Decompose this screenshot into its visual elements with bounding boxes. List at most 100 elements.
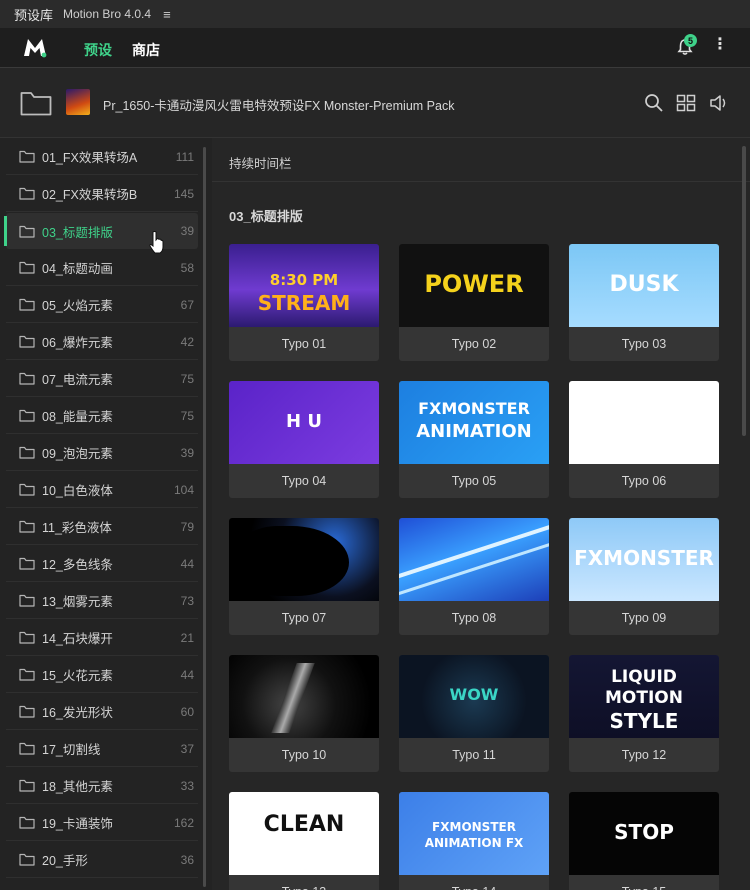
preset-name: Typo 07 — [281, 611, 327, 625]
preset-name: Typo 01 — [281, 337, 327, 351]
preset-thumbnail-text: STYLE — [609, 709, 679, 733]
search-icon[interactable] — [644, 93, 664, 113]
preset-thumbnail — [229, 655, 379, 738]
sidebar-item-count: 36 — [180, 852, 194, 867]
hamburger-icon[interactable]: ≡ — [163, 7, 171, 22]
sidebar-item[interactable]: 15_火花元素 44 — [6, 657, 198, 693]
preset-thumbnail-text: WOW — [449, 685, 499, 704]
pack-thumbnail — [66, 89, 90, 115]
tab-presets[interactable]: 预设 — [84, 40, 112, 72]
mouse-pointer-icon — [149, 231, 164, 254]
preset-card[interactable]: WOW Typo 11 — [399, 655, 549, 772]
preset-card[interactable]: FXMONSTER Typo 09 — [569, 518, 719, 635]
sidebar-item-label: 01_FX效果转场A — [42, 151, 138, 165]
preset-thumbnail: FXMONSTER ANIMATION — [399, 381, 549, 464]
grid-view-icon[interactable] — [676, 93, 696, 113]
sidebar-item-count: 58 — [180, 260, 194, 275]
preset-thumbnail: 8:30 PM STREAM — [229, 244, 379, 327]
sidebar-item[interactable]: 16_发光形状 60 — [6, 694, 198, 730]
sidebar-item-label: 17_切割线 — [42, 743, 101, 757]
preset-name: Typo 15 — [569, 875, 719, 890]
notification-badge: 5 — [684, 34, 697, 47]
sidebar-item[interactable]: 01_FX效果转场A 111 — [6, 139, 198, 175]
folder-icon — [19, 483, 35, 496]
sidebar-scrollbar[interactable] — [203, 147, 206, 887]
sidebar-item-label: 08_能量元素 — [42, 410, 113, 424]
preset-thumbnail: WOW — [399, 655, 549, 738]
preset-card[interactable]: Typo 06 — [569, 381, 719, 498]
sidebar-item[interactable]: 13_烟雾元素 73 — [6, 583, 198, 619]
sidebar-item-count: 145 — [173, 186, 194, 201]
preset-thumbnail-text: LIQUID — [611, 667, 677, 687]
sidebar-item-count: 60 — [180, 704, 194, 719]
sidebar-item-label: 15_火花元素 — [42, 669, 113, 683]
main-scrollbar[interactable] — [742, 146, 746, 436]
sidebar-item[interactable]: 12_多色线条 44 — [6, 546, 198, 582]
preset-name: Typo 02 — [451, 337, 497, 351]
preset-card[interactable]: Typo 08 — [399, 518, 549, 635]
duration-bar[interactable]: 持续时间栏 — [212, 138, 750, 182]
preset-card[interactable]: CLEAN Typo 13 — [229, 792, 379, 890]
preset-card[interactable]: STOP Typo 15 — [569, 792, 719, 890]
preset-thumbnail: H U — [229, 381, 379, 464]
sidebar-item[interactable]: 20_手形 36 — [6, 842, 198, 878]
category-sidebar: 01_FX效果转场A 111 02_FX效果转场B 145 03_标题排版 39 04_标题… — [0, 138, 207, 890]
folder-icon — [19, 779, 35, 792]
folder-icon — [19, 446, 35, 459]
preset-thumbnail-text: 8:30 PM — [269, 271, 339, 289]
folder-icon — [19, 742, 35, 755]
preset-thumbnail-text: POWER — [424, 270, 524, 298]
sidebar-item-count: 162 — [173, 815, 194, 830]
sidebar-item[interactable]: 17_切割线 37 — [6, 731, 198, 767]
sidebar-item[interactable]: 04_标题动画 58 — [6, 250, 198, 286]
preset-name: Typo 08 — [451, 611, 497, 625]
folder-icon[interactable] — [20, 90, 52, 116]
preset-card[interactable]: POWER Typo 02 — [399, 244, 549, 361]
sidebar-item-count: 67 — [180, 297, 194, 312]
preset-card[interactable]: 8:30 PM STREAM Typo 01 — [229, 244, 379, 361]
sidebar-item-count: 33 — [180, 778, 194, 793]
sidebar-item-count: 21 — [180, 630, 194, 645]
sidebar-item[interactable]: 02_FX效果转场B 145 — [6, 176, 198, 212]
preset-card[interactable]: DUSK Typo 03 — [569, 244, 719, 361]
preset-thumbnail-text: CLEAN — [263, 812, 345, 837]
preset-card[interactable]: LIQUID MOTION STYLE Typo 12 — [569, 655, 719, 772]
sidebar-item[interactable]: 10_白色液体 104 — [6, 472, 198, 508]
folder-icon — [19, 557, 35, 570]
sidebar-item[interactable]: 05_火焰元素 67 — [6, 287, 198, 323]
preset-thumbnail — [399, 518, 549, 601]
sidebar-item[interactable]: 18_其他元素 33 — [6, 768, 198, 804]
pack-title: Pr_1650-卡通动漫风火雷电特效预设FX Monster-Premium P… — [103, 99, 455, 113]
preset-thumbnail-text: MOTION — [605, 688, 683, 708]
preset-card[interactable]: H U Typo 04 — [229, 381, 379, 498]
tab-store[interactable]: 商店 — [132, 40, 160, 60]
preset-thumbnail-text: H U — [286, 411, 322, 432]
sidebar-item[interactable]: 11_彩色液体 79 — [6, 509, 198, 545]
preset-name: Typo 12 — [621, 748, 667, 762]
sidebar-item-label: 07_电流元素 — [42, 373, 113, 387]
preset-thumbnail-text: ANIMATION — [416, 421, 532, 442]
sidebar-item[interactable]: 03_标题排版 39 — [4, 213, 198, 249]
sidebar-item[interactable]: 09_泡泡元素 39 — [6, 435, 198, 471]
sidebar-item[interactable]: 19_卡通装饰 162 — [6, 805, 198, 841]
preset-card[interactable]: FXMONSTER ANIMATION Typo 05 — [399, 381, 549, 498]
speaker-icon[interactable] — [709, 93, 729, 113]
preset-thumbnail: CLEAN — [229, 792, 379, 875]
preset-name: Typo 04 — [281, 474, 327, 488]
sidebar-item-label: 20_手形 — [42, 854, 88, 868]
sidebar-item-label: 13_烟雾元素 — [42, 595, 113, 609]
sidebar-item[interactable]: 07_电流元素 75 — [6, 361, 198, 397]
motion-bro-logo-icon[interactable] — [22, 36, 48, 58]
preset-card[interactable]: Typo 07 — [229, 518, 379, 635]
preset-grid-panel: 持续时间栏 03_标题排版 8:30 PM STREAM Typo 01 POWER T… — [212, 138, 750, 890]
preset-card[interactable]: FXMONSTER ANIMATION FX Typo 14 — [399, 792, 549, 890]
sidebar-item[interactable]: 08_能量元素 75 — [6, 398, 198, 434]
sidebar-item-label: 18_其他元素 — [42, 780, 113, 794]
sidebar-item-count: 79 — [180, 519, 194, 534]
more-options-icon[interactable]: ⋮ — [712, 37, 728, 53]
sidebar-item[interactable]: 14_石块爆开 21 — [6, 620, 198, 656]
preset-thumbnail: STOP — [569, 792, 719, 875]
sidebar-item-label: 09_泡泡元素 — [42, 447, 113, 461]
preset-card[interactable]: Typo 10 — [229, 655, 379, 772]
sidebar-item[interactable]: 06_爆炸元素 42 — [6, 324, 198, 360]
